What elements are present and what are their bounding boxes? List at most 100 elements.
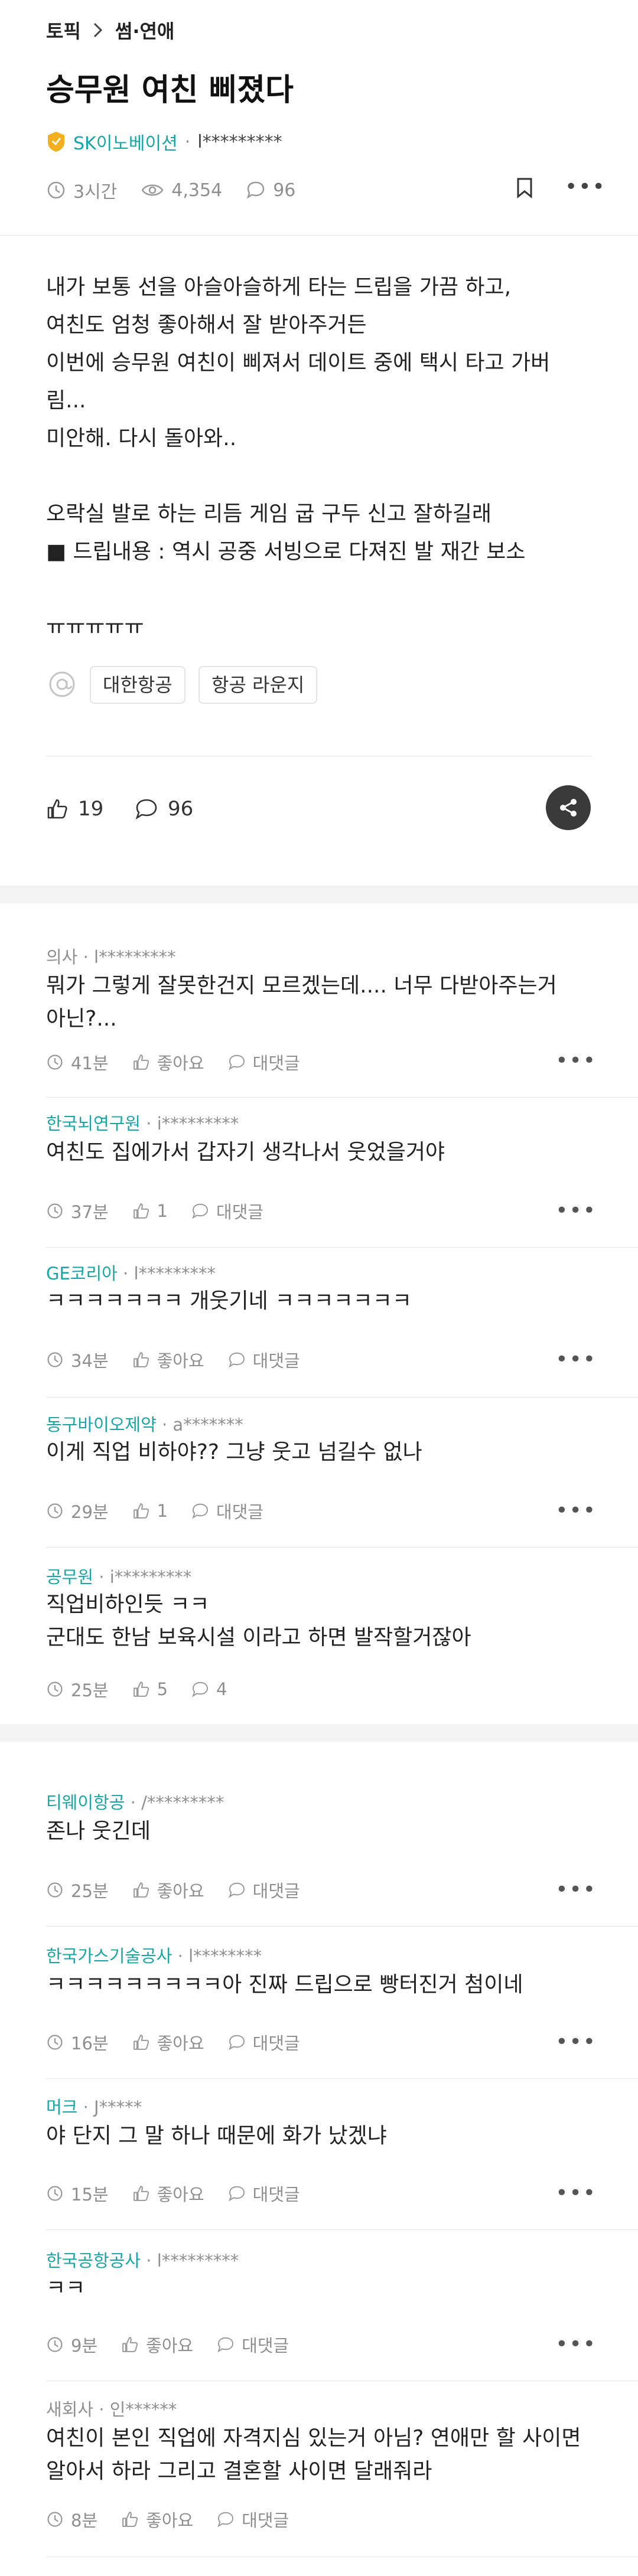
comment-author[interactable]: 공무원 · i********* bbox=[46, 1563, 191, 1588]
thumbs-up-icon[interactable] bbox=[132, 1680, 150, 1698]
comment-text: ㅋㅋㅋㅋㅋㅋㅋㅋㅋ아 진짜 드립으로 빵터진거 첨이네 bbox=[46, 1973, 523, 1997]
comment-author[interactable]: 머크 · J***** bbox=[46, 2094, 142, 2118]
comment-reply[interactable]: 대댓글 bbox=[216, 1498, 263, 1523]
post-author[interactable]: SK이노베이션 · l********* bbox=[46, 129, 282, 155]
comment-like[interactable]: 1 bbox=[157, 1201, 168, 1221]
bookmark-icon[interactable] bbox=[515, 177, 534, 198]
comment-button[interactable]: 96 bbox=[135, 797, 193, 821]
thumbs-up-icon[interactable] bbox=[132, 1351, 150, 1369]
thumbs-up-icon[interactable] bbox=[132, 2185, 150, 2202]
body-line: ㅠㅠㅠㅠㅠ bbox=[46, 615, 144, 639]
more-options-icon[interactable]: ••• bbox=[555, 1347, 597, 1372]
comment-reply[interactable]: 대댓글 bbox=[253, 1347, 300, 1372]
author-company: SK이노베이션 bbox=[73, 133, 178, 154]
reply-icon[interactable] bbox=[228, 1351, 246, 1369]
thumbs-up-icon[interactable] bbox=[132, 1202, 150, 1220]
body-line: ■ 드립내용 : 역시 공중 서빙으로 다져진 발 재간 보소 bbox=[46, 540, 526, 564]
comment-like[interactable]: 5 bbox=[157, 1679, 168, 1699]
reply-icon[interactable] bbox=[228, 2185, 246, 2202]
body-line: 오락실 발로 하는 리듬 게임 굽 구두 신고 잘하길래 bbox=[46, 502, 491, 526]
comment-user: a******* bbox=[172, 1415, 243, 1435]
reply-icon[interactable] bbox=[217, 2510, 235, 2528]
comment-reply[interactable]: 대댓글 bbox=[253, 1050, 300, 1075]
comment-reply[interactable]: 대댓글 bbox=[253, 2030, 300, 2055]
reply-icon[interactable] bbox=[228, 2033, 246, 2051]
comment-user: /********* bbox=[141, 1793, 224, 1813]
comment-actions: 9분 좋아요 대댓글 bbox=[46, 2332, 289, 2357]
comment-author[interactable]: 한국가스기술공사 · l******** bbox=[46, 1942, 262, 1967]
company-badge-icon bbox=[46, 130, 66, 153]
comment-reply[interactable]: 4 bbox=[216, 1679, 227, 1699]
comment-reply[interactable]: 대댓글 bbox=[216, 1199, 263, 1223]
comment-user: J***** bbox=[94, 2097, 142, 2117]
comment-count: 96 bbox=[168, 797, 194, 821]
body-line: 이번에 승무원 여친이 삐져서 데이트 중에 택시 타고 가버 bbox=[46, 351, 551, 375]
comment-author[interactable]: 한국공항공사 · l********* bbox=[46, 2247, 239, 2272]
more-options-icon[interactable]: ••• bbox=[555, 1199, 597, 1223]
comment-author[interactable]: GE코리아 · l********* bbox=[46, 1260, 216, 1285]
like-button[interactable]: 19 bbox=[46, 797, 103, 821]
comment-reply[interactable]: 대댓글 bbox=[253, 2181, 300, 2206]
clock-icon bbox=[46, 1502, 64, 1520]
reply-icon[interactable] bbox=[228, 1053, 246, 1071]
comment-text: 뭐가 그렇게 잘못한건지 모르겠는데.... 너무 다받아주는거 아닌?... bbox=[46, 974, 557, 1031]
thumbs-up-icon[interactable] bbox=[132, 1502, 150, 1520]
comment-like[interactable]: 좋아요 bbox=[157, 1347, 204, 1372]
comment-like[interactable]: 1 bbox=[157, 1501, 168, 1521]
comment-company: 공무원 bbox=[46, 1567, 94, 1587]
reply-icon[interactable] bbox=[228, 1881, 246, 1899]
comment-company: 한국공항공사 bbox=[46, 2251, 141, 2271]
comment-reply[interactable]: 대댓글 bbox=[242, 2507, 289, 2532]
more-options-icon[interactable]: ••• bbox=[555, 2181, 597, 2205]
thumbs-up-icon[interactable] bbox=[132, 2033, 150, 2051]
comment-text: ㅋㅋㅋㅋㅋㅋㅋ 개웃기네 ㅋㅋㅋㅋㅋㅋㅋ bbox=[46, 1289, 412, 1313]
comment-author[interactable]: 한국뇌연구원 · i********* bbox=[46, 1110, 239, 1135]
tag-chip[interactable]: 대한항공 bbox=[90, 666, 185, 704]
comment-like[interactable]: 좋아요 bbox=[146, 2507, 193, 2532]
comment-user: l******** bbox=[188, 1946, 262, 1966]
more-options-icon[interactable]: ••• bbox=[565, 175, 606, 199]
comment-like[interactable]: 좋아요 bbox=[157, 2030, 204, 2055]
comment-like[interactable]: 좋아요 bbox=[146, 2332, 193, 2357]
more-options-icon[interactable]: ••• bbox=[555, 2332, 597, 2356]
breadcrumb-category[interactable]: 썸·연애 bbox=[115, 17, 174, 44]
thumbs-up-icon[interactable] bbox=[132, 1881, 150, 1899]
comment-company: 티웨이항공 bbox=[46, 1793, 125, 1813]
comment-author[interactable]: 의사 · l********* bbox=[46, 943, 176, 968]
thumbs-up-icon[interactable] bbox=[132, 1053, 150, 1071]
comment-author[interactable]: 티웨이항공 · /********* bbox=[46, 1789, 224, 1814]
more-options-icon[interactable]: ••• bbox=[555, 1878, 597, 1902]
comment-time: 25분 bbox=[71, 1680, 109, 1700]
share-button[interactable] bbox=[546, 785, 591, 830]
more-options-icon[interactable]: ••• bbox=[555, 1049, 597, 1073]
comment-like[interactable]: 좋아요 bbox=[157, 2181, 204, 2206]
reply-icon[interactable] bbox=[191, 1202, 209, 1220]
comment-actions: 34분 좋아요 대댓글 bbox=[46, 1347, 300, 1372]
more-options-icon[interactable]: ••• bbox=[555, 1498, 597, 1523]
comment-time: 25분 bbox=[71, 1881, 109, 1901]
reply-icon[interactable] bbox=[191, 1680, 209, 1698]
comment-time: 15분 bbox=[71, 2185, 109, 2205]
comment-author[interactable]: 동구바이오제약 · a******* bbox=[46, 1411, 243, 1436]
comment-user: i********* bbox=[109, 1567, 192, 1587]
comment-reply[interactable]: 대댓글 bbox=[242, 2332, 289, 2357]
comment-like[interactable]: 좋아요 bbox=[157, 1050, 204, 1075]
comment-time: 37분 bbox=[71, 1202, 109, 1222]
comment-actions: 25분 좋아요 대댓글 bbox=[46, 1878, 300, 1902]
comment-divider bbox=[46, 1926, 638, 1927]
post-comments-count: 96 bbox=[273, 179, 296, 201]
thumbs-up-icon[interactable] bbox=[121, 2336, 139, 2353]
comment-author[interactable]: 새회사 · 인****** bbox=[46, 2396, 177, 2421]
breadcrumb-root[interactable]: 토픽 bbox=[46, 17, 81, 44]
reply-icon[interactable] bbox=[191, 1502, 209, 1520]
post-time: 3시간 bbox=[73, 182, 118, 203]
reply-icon[interactable] bbox=[217, 2336, 235, 2353]
post-stats: 3시간 4,354 96 bbox=[46, 177, 295, 203]
thumbs-up-icon[interactable] bbox=[121, 2510, 139, 2528]
eye-icon bbox=[141, 181, 164, 199]
clock-icon bbox=[46, 1202, 64, 1220]
more-options-icon[interactable]: ••• bbox=[555, 2030, 597, 2054]
tag-chip[interactable]: 항공 라운지 bbox=[198, 666, 318, 704]
comment-reply[interactable]: 대댓글 bbox=[253, 1878, 300, 1902]
comment-like[interactable]: 좋아요 bbox=[157, 1878, 204, 1902]
